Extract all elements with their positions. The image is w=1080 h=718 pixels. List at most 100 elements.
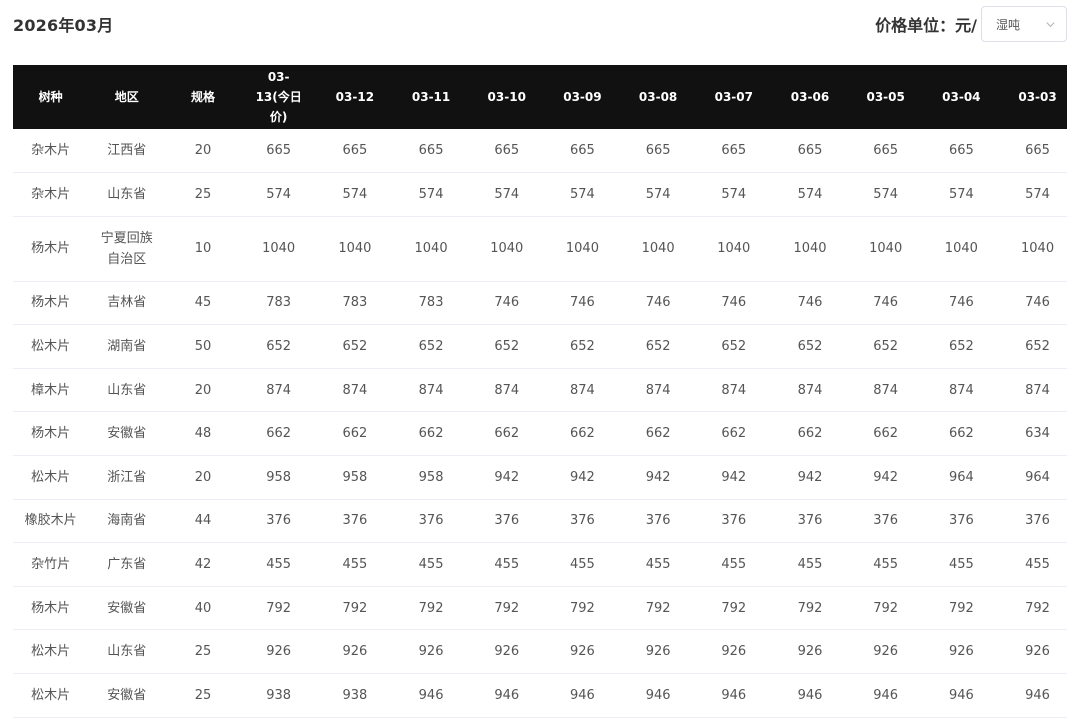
- table-cell: 山东省: [88, 629, 166, 675]
- table-cell: 662: [544, 411, 621, 457]
- table-cell: 942: [695, 455, 772, 500]
- table-cell: 926: [771, 629, 849, 675]
- table-cell: 652: [771, 324, 849, 369]
- table-cell: 665: [999, 129, 1067, 174]
- table-row: 杂木片 山东省 25 574 574 574 574 574 574 574 574 574 574 57…: [13, 172, 1067, 217]
- table-cell: 25: [165, 673, 241, 718]
- table-cell: 662: [923, 411, 1000, 457]
- table-cell: 662: [620, 411, 696, 457]
- table-cell: 938: [316, 673, 393, 718]
- table-cell: 783: [316, 281, 393, 326]
- table-row: 杨木片 吉林省 45 783 783 783 746 746 746 746 746 746 746 74…: [13, 281, 1067, 326]
- top-bar: 2026年03月 价格单位：元/ 湿吨: [0, 0, 1080, 66]
- table-cell: 662: [469, 411, 545, 457]
- table-cell: 455: [848, 542, 924, 587]
- table-cell: 874: [544, 368, 621, 413]
- table-cell: 杨木片: [13, 281, 89, 326]
- column-header: 03-09: [563, 90, 602, 104]
- table-cell: 山东省: [88, 368, 166, 413]
- table-cell: 652: [316, 324, 393, 369]
- table-cell: 376: [771, 499, 849, 544]
- table-cell: 746: [469, 281, 545, 326]
- table-cell: 665: [392, 129, 470, 174]
- table-cell: 652: [999, 324, 1067, 369]
- table-cell: 946: [469, 673, 545, 718]
- table-cell: 湖南省: [88, 324, 166, 369]
- table-cell: 942: [771, 455, 849, 500]
- unit-select[interactable]: 湿吨: [981, 6, 1067, 42]
- table-cell: 942: [620, 455, 696, 500]
- table-cell: 1040: [848, 216, 924, 282]
- table-cell: 946: [923, 673, 1000, 718]
- table-cell: 574: [999, 172, 1067, 217]
- table-cell: 874: [392, 368, 470, 413]
- column-header: 03-04: [942, 90, 981, 104]
- table-cell: 792: [316, 586, 393, 631]
- table-row: 松木片 山东省 25 926 926 926 926 926 926 926 926 926 926 92…: [13, 629, 1067, 675]
- table-cell: 874: [848, 368, 924, 413]
- table-cell: 652: [544, 324, 621, 369]
- table-cell: 宁夏回族自治区: [88, 216, 166, 282]
- table-cell: 1040: [771, 216, 849, 282]
- table-cell: 455: [316, 542, 393, 587]
- table-cell: 926: [469, 629, 545, 675]
- column-header: 03-05: [866, 90, 905, 104]
- table-cell: 江西省: [88, 129, 166, 174]
- table-cell: 926: [544, 629, 621, 675]
- table-cell: 376: [544, 499, 621, 544]
- table-cell: 964: [999, 455, 1067, 500]
- table-row: 杨木片 安徽省 40 792 792 792 792 792 792 792 792 792 792 79…: [13, 586, 1067, 631]
- table-cell: 1040: [695, 216, 772, 282]
- table-cell: 杨木片: [13, 216, 89, 282]
- table-cell: 665: [695, 129, 772, 174]
- table-cell: 946: [999, 673, 1067, 718]
- column-header: 树种: [38, 90, 63, 104]
- table-cell: 783: [392, 281, 470, 326]
- table-cell: 652: [240, 324, 317, 369]
- table-cell: 杨木片: [13, 586, 89, 631]
- table-cell: 50: [165, 324, 241, 369]
- table-cell: 662: [771, 411, 849, 457]
- table-cell: 376: [848, 499, 924, 544]
- table-cell: 792: [392, 586, 470, 631]
- table-cell: 376: [392, 499, 470, 544]
- column-header: 03-06: [790, 90, 830, 104]
- table-cell: 926: [999, 629, 1067, 675]
- price-table-container[interactable]: 树种 地区 规格 03-13(今日价) 03-12 03-11 03-10 03-09 03-0…: [13, 65, 1067, 718]
- table-cell: 574: [771, 172, 849, 217]
- table-cell: 662: [240, 411, 317, 457]
- table-cell: 792: [544, 586, 621, 631]
- table-cell: 376: [469, 499, 545, 544]
- table-cell: 安徽省: [88, 411, 166, 457]
- table-row: 杂竹片 广东省 42 455 455 455 455 455 455 455 455 455 455 45…: [13, 542, 1067, 587]
- table-cell: 376: [620, 499, 696, 544]
- table-cell: 874: [316, 368, 393, 413]
- table-cell: 杨木片: [13, 411, 89, 457]
- table-cell: 746: [695, 281, 772, 326]
- table-cell: 376: [240, 499, 317, 544]
- table-cell: 634: [999, 411, 1067, 457]
- table-cell: 662: [848, 411, 924, 457]
- table-cell: 574: [316, 172, 393, 217]
- table-cell: 652: [469, 324, 545, 369]
- table-cell: 安徽省: [88, 673, 166, 718]
- table-cell: 1040: [316, 216, 393, 282]
- table-cell: 665: [848, 129, 924, 174]
- table-cell: 946: [544, 673, 621, 718]
- column-header: 03-03: [1018, 90, 1057, 104]
- table-cell: 455: [999, 542, 1067, 587]
- table-cell: 665: [620, 129, 696, 174]
- table-cell: 946: [620, 673, 696, 718]
- table-cell: 45: [165, 281, 241, 326]
- table-cell: 浙江省: [88, 455, 166, 500]
- table-cell: 946: [695, 673, 772, 718]
- table-cell: 574: [923, 172, 1000, 217]
- table-cell: 746: [620, 281, 696, 326]
- table-cell: 455: [544, 542, 621, 587]
- table-cell: 574: [392, 172, 470, 217]
- table-cell: 926: [695, 629, 772, 675]
- table-cell: 44: [165, 499, 241, 544]
- table-cell: 1040: [923, 216, 1000, 282]
- table-cell: 958: [316, 455, 393, 500]
- table-cell: 662: [695, 411, 772, 457]
